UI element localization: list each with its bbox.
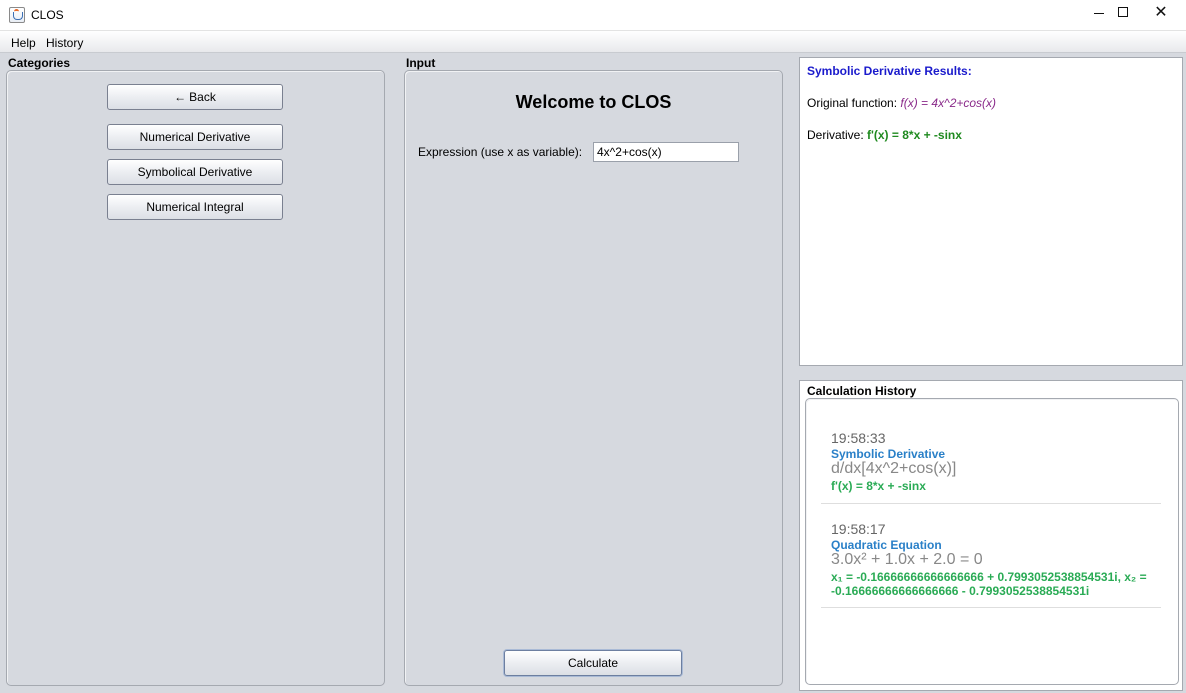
menu-help[interactable]: Help — [11, 36, 36, 50]
minimize-icon — [1094, 12, 1104, 14]
history-type: Quadratic Equation — [831, 538, 942, 552]
original-function-value: f(x) = 4x^2+cos(x) — [900, 96, 997, 110]
derivative-value: f'(x) = 8*x + -sinx — [867, 128, 962, 142]
history-entry: 19:58:33 Symbolic Derivative d/dx[4x^2+c… — [821, 430, 1161, 504]
close-icon: ✕ — [1154, 2, 1168, 21]
welcome-heading: Welcome to CLOS — [515, 92, 672, 112]
menu-history[interactable]: History — [46, 36, 83, 50]
history-expression: 3.0x² + 1.0x + 2.0 = 0 — [831, 551, 983, 568]
original-function-label: Original function: — [807, 96, 901, 110]
history-expression: d/dx[4x^2+cos(x)] — [831, 460, 957, 477]
back-button-label: Back — [189, 90, 216, 104]
history-time: 19:58:17 — [831, 521, 886, 537]
history-entry: 19:58:17 Quadratic Equation 3.0x² + 1.0x… — [821, 521, 1161, 608]
derivative-label: Derivative: — [807, 128, 868, 142]
symbolical-derivative-button[interactable]: Symbolical Derivative — [107, 159, 283, 185]
numerical-derivative-button[interactable]: Numerical Derivative — [107, 124, 283, 150]
categories-label: Categories — [8, 56, 71, 70]
derivative-line: Derivative: f'(x) = 8*x + -sinx — [807, 128, 962, 142]
menu-bar: Help History — [0, 31, 1186, 53]
input-panel — [404, 70, 783, 686]
expression-label: Expression (use x as variable): — [418, 145, 583, 159]
maximize-button[interactable] — [1105, 0, 1141, 24]
expression-input[interactable] — [593, 142, 739, 162]
close-button[interactable]: ✕ — [1143, 0, 1179, 24]
left-arrow-icon: ← — [174, 90, 187, 104]
input-label: Input — [406, 56, 436, 70]
history-panel: Calculation History 19:58:33 Symbolic De… — [799, 380, 1183, 691]
original-function-line: Original function: f(x) = 4x^2+cos(x) — [807, 96, 996, 110]
history-result: f'(x) = 8*x + -sinx — [831, 479, 926, 493]
results-heading: Symbolic Derivative Results: — [807, 64, 972, 78]
results-panel: Symbolic Derivative Results: Original fu… — [799, 57, 1183, 366]
title-bar: CLOS ✕ — [0, 0, 1186, 31]
calculate-button[interactable]: Calculate — [504, 650, 682, 676]
history-title: Calculation History — [807, 384, 917, 398]
back-button[interactable]: ← Back — [107, 84, 283, 110]
window-title: CLOS — [31, 8, 64, 22]
history-result: x₁ = -0.16666666666666666 + 0.7993052538… — [831, 570, 1147, 598]
java-cup-icon — [9, 7, 25, 23]
numerical-integral-button[interactable]: Numerical Integral — [107, 194, 283, 220]
history-time: 19:58:33 — [831, 430, 886, 446]
maximize-icon — [1118, 7, 1128, 17]
history-type: Symbolic Derivative — [831, 447, 946, 461]
history-list[interactable]: 19:58:33 Symbolic Derivative d/dx[4x^2+c… — [805, 398, 1179, 685]
